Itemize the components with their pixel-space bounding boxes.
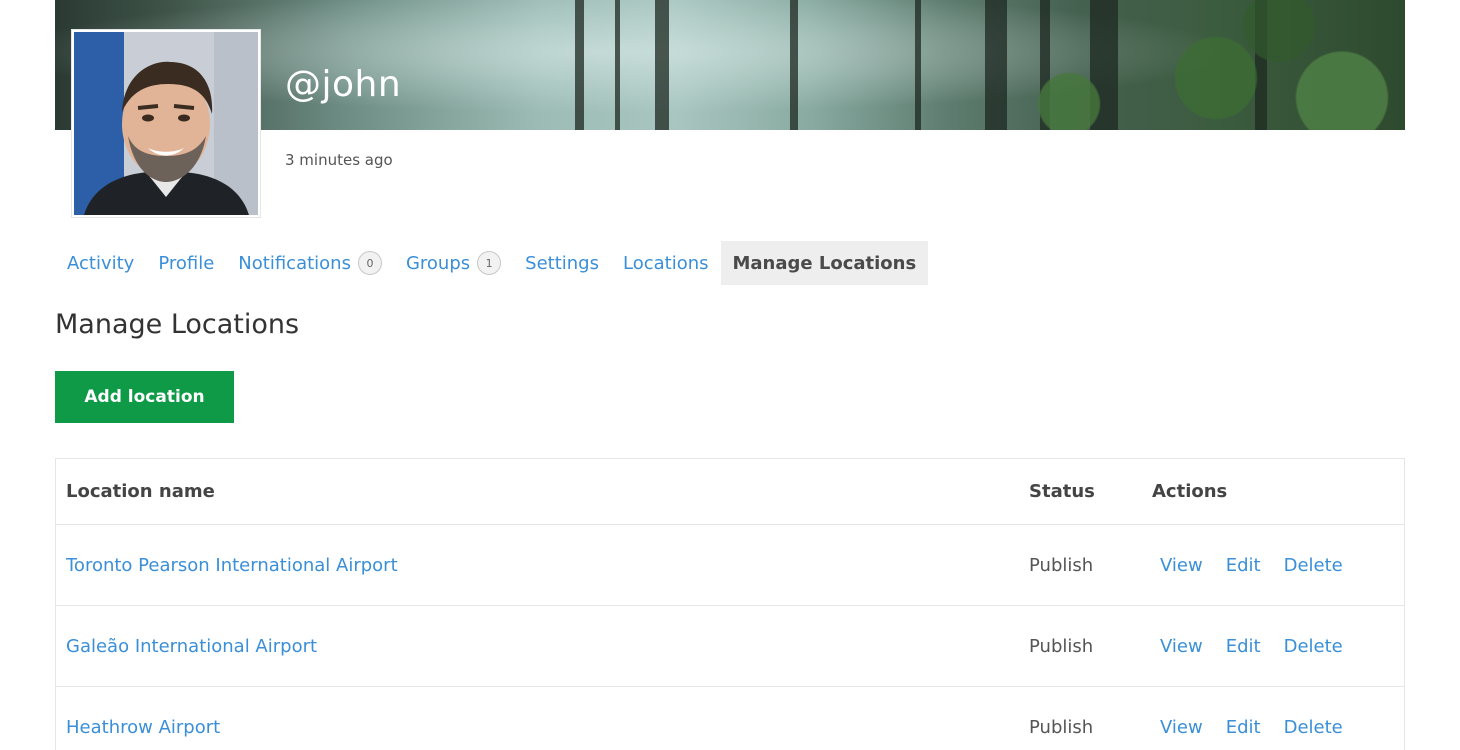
view-link[interactable]: View: [1160, 636, 1203, 657]
profile-tabs: Activity Profile Notifications 0 Groups …: [55, 241, 929, 285]
location-name-link[interactable]: Toronto Pearson International Airport: [66, 555, 398, 576]
location-status: Publish: [1019, 605, 1142, 687]
tab-label: Locations: [622, 252, 709, 274]
edit-link[interactable]: Edit: [1226, 555, 1261, 576]
tab-label: Groups: [405, 252, 471, 274]
cover-foliage: [985, 0, 1405, 130]
cover-tree-trunk: [575, 0, 584, 130]
tab-groups[interactable]: Groups 1: [394, 241, 513, 285]
tab-label: Manage Locations: [732, 252, 917, 274]
tab-label: Profile: [158, 252, 215, 274]
tab-manage-locations[interactable]: Manage Locations: [720, 241, 929, 285]
column-header-location-name: Location name: [56, 459, 1019, 525]
groups-count-badge: 1: [477, 251, 502, 275]
tab-activity[interactable]: Activity: [55, 241, 146, 285]
cover-tree-trunk: [655, 0, 669, 130]
delete-link[interactable]: Delete: [1284, 717, 1343, 738]
edit-link[interactable]: Edit: [1226, 636, 1261, 657]
cover-tree-trunk: [615, 0, 620, 130]
view-link[interactable]: View: [1160, 717, 1203, 738]
tab-notifications[interactable]: Notifications 0: [226, 241, 394, 285]
delete-link[interactable]: Delete: [1284, 555, 1343, 576]
row-actions: View Edit Delete: [1152, 555, 1404, 576]
last-active-timestamp: 3 minutes ago: [285, 151, 393, 169]
delete-link[interactable]: Delete: [1284, 636, 1343, 657]
table-row: Galeão International Airport Publish Vie…: [56, 605, 1404, 687]
table-row: Toronto Pearson International Airport Pu…: [56, 524, 1404, 606]
tab-profile[interactable]: Profile: [146, 241, 226, 285]
profile-page: @john 3 minutes ago Activity Profile Not…: [0, 0, 1460, 750]
column-header-actions: Actions: [1142, 459, 1404, 525]
edit-link[interactable]: Edit: [1226, 717, 1261, 738]
notifications-count-badge: 0: [357, 251, 382, 275]
profile-handle: @john: [285, 64, 402, 105]
table-header-row: Location name Status Actions: [56, 459, 1404, 525]
cover-tree-trunk: [790, 0, 798, 130]
tab-settings[interactable]: Settings: [513, 241, 611, 285]
view-link[interactable]: View: [1160, 555, 1203, 576]
location-status: Publish: [1019, 686, 1142, 750]
table-row: Heathrow Airport Publish View Edit Delet…: [56, 686, 1404, 750]
location-name-link[interactable]: Heathrow Airport: [66, 717, 220, 738]
avatar[interactable]: [72, 30, 260, 217]
row-actions: View Edit Delete: [1152, 717, 1404, 738]
column-header-status: Status: [1019, 459, 1142, 525]
tab-label: Notifications: [238, 252, 351, 274]
tab-locations[interactable]: Locations: [611, 241, 721, 285]
row-actions: View Edit Delete: [1152, 636, 1404, 657]
location-name-link[interactable]: Galeão International Airport: [66, 636, 317, 657]
locations-table: Location name Status Actions Toronto Pea…: [55, 458, 1405, 750]
location-status: Publish: [1019, 524, 1142, 606]
add-location-button[interactable]: Add location: [55, 371, 234, 423]
tab-label: Settings: [525, 252, 599, 274]
cover-tree-trunk: [915, 0, 921, 130]
page-title: Manage Locations: [55, 309, 300, 340]
avatar-photo: [74, 32, 258, 215]
tab-label: Activity: [67, 252, 135, 274]
